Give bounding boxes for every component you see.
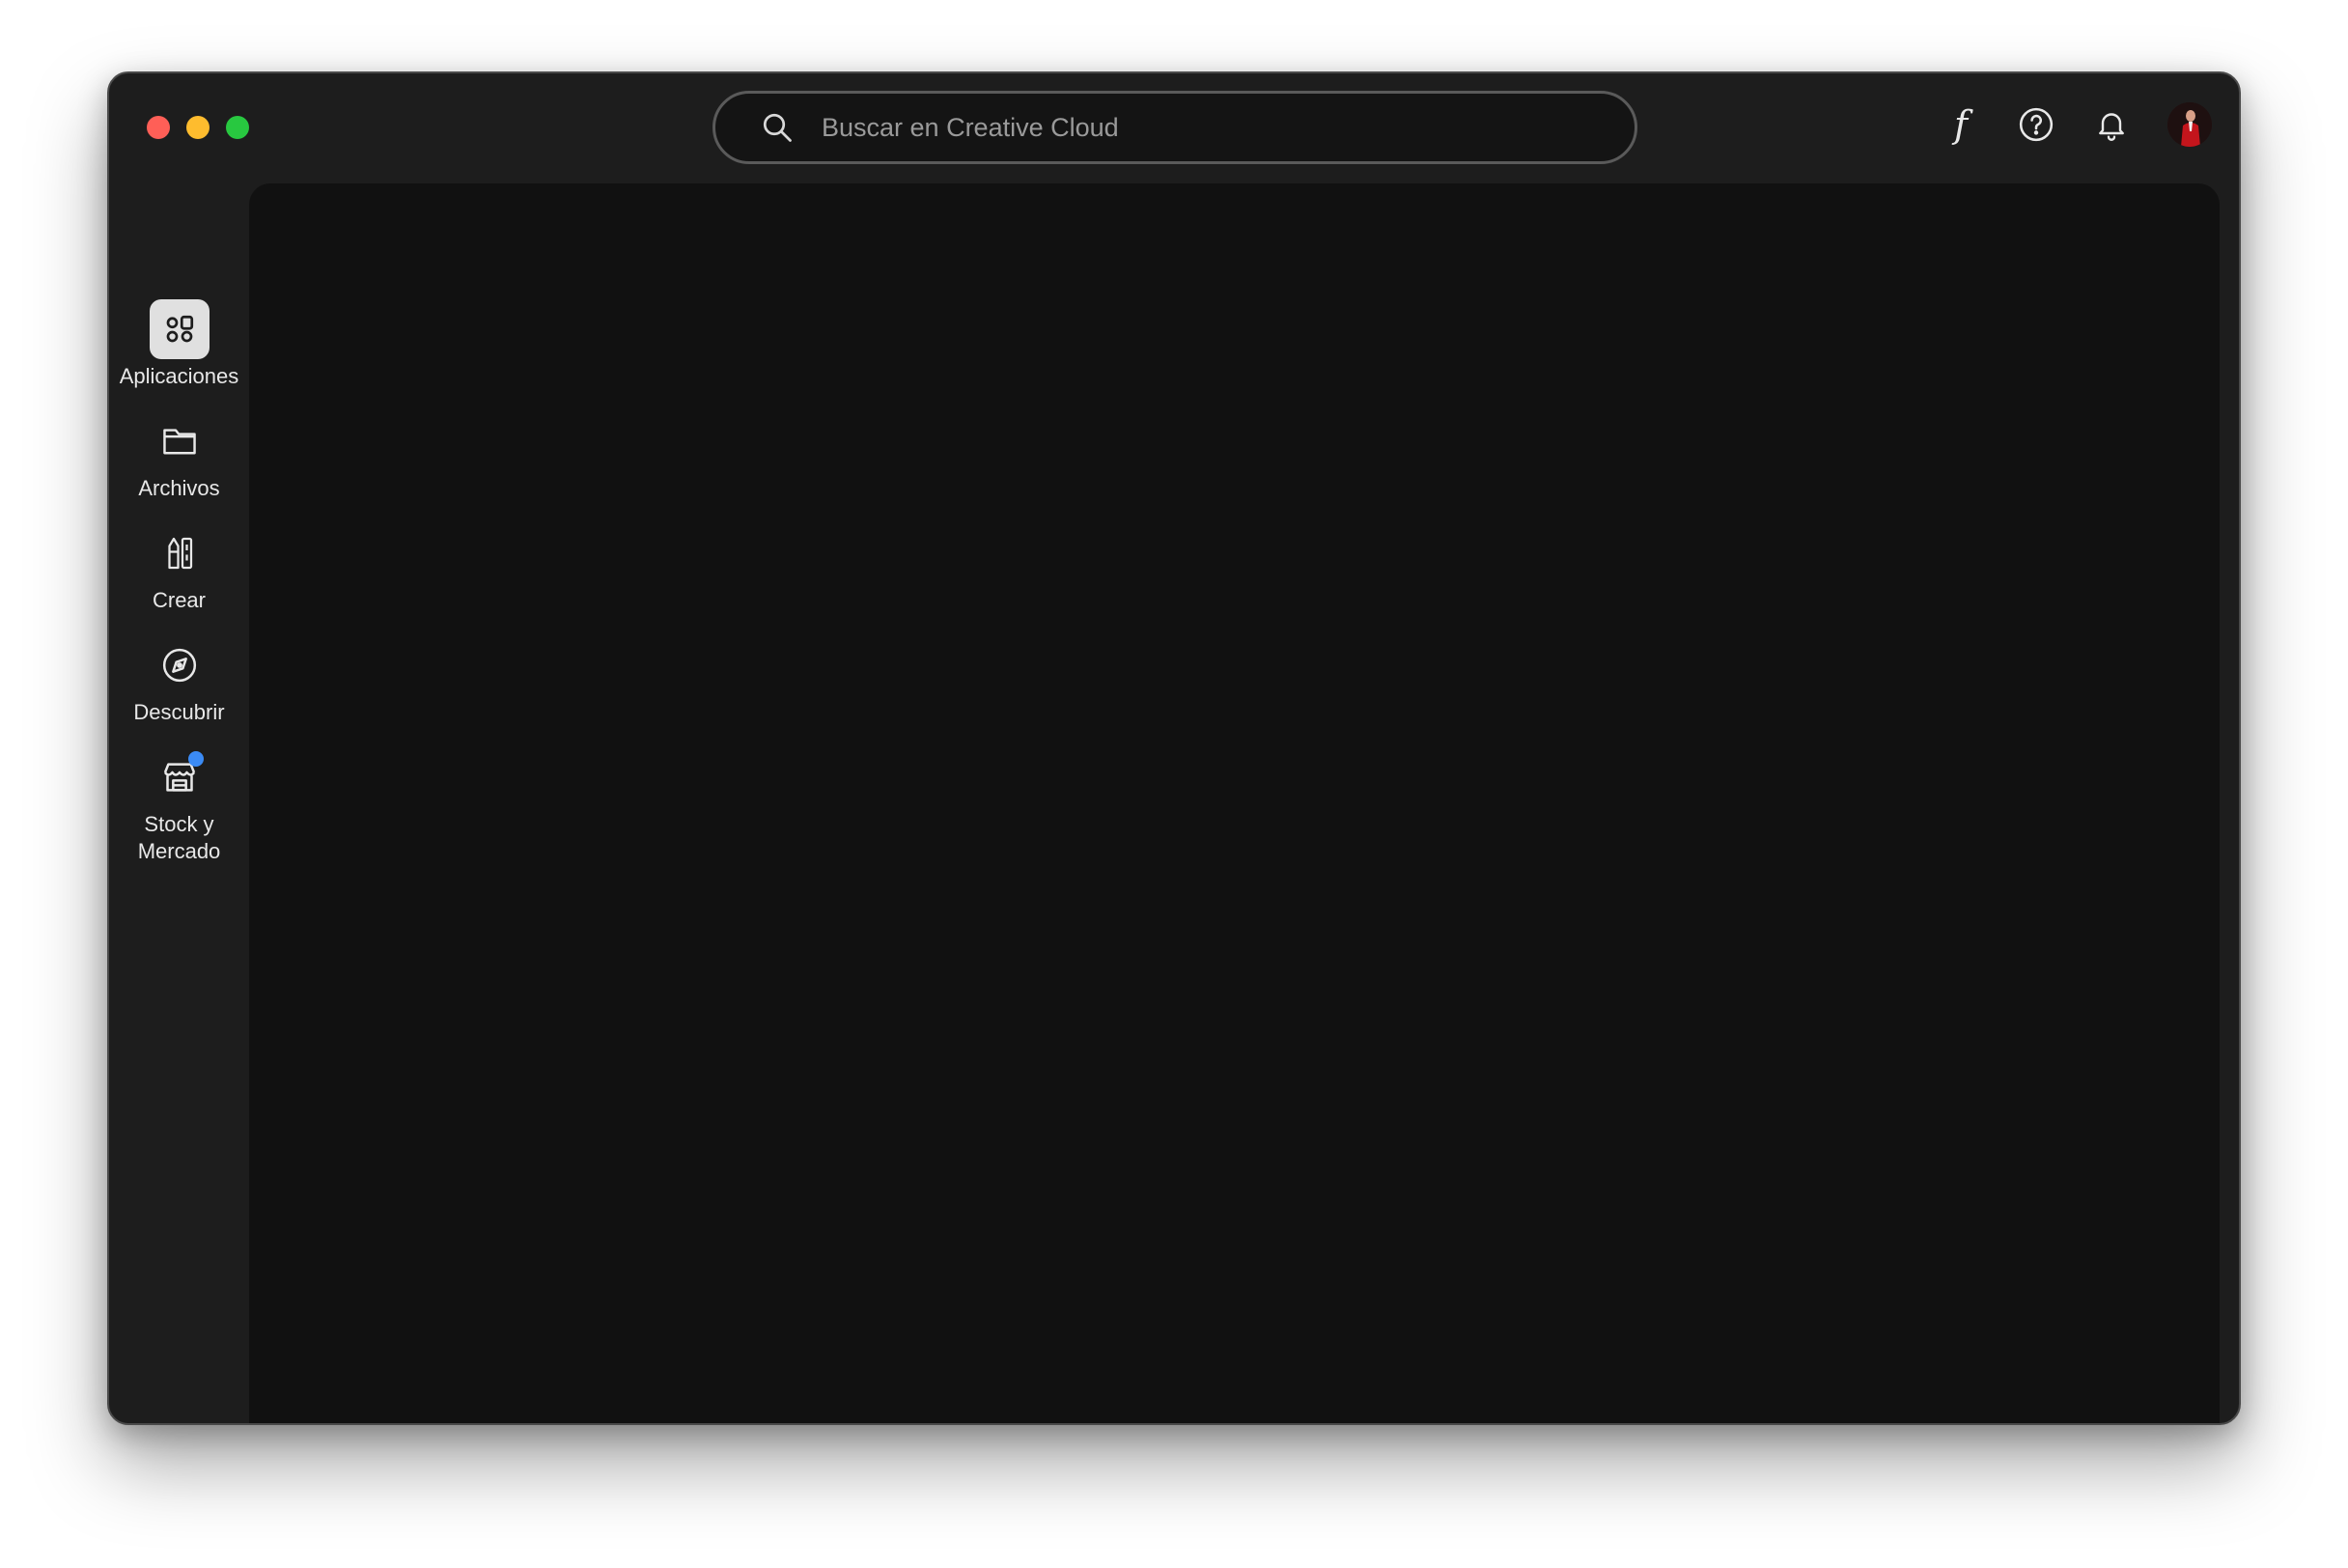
sidebar-item-label: Archivos — [138, 476, 220, 500]
sidebar-item-archivos[interactable]: Archivos — [109, 411, 249, 502]
close-window-button[interactable] — [147, 116, 170, 139]
app-window: f — [107, 71, 2241, 1425]
bell-icon[interactable] — [2092, 103, 2131, 146]
folder-icon — [150, 411, 210, 471]
sidebar-item-label: Crear — [152, 588, 206, 612]
sidebar-item-aplicaciones[interactable]: Aplicaciones — [109, 299, 249, 390]
help-icon[interactable] — [2017, 103, 2055, 146]
minimize-window-button[interactable] — [186, 116, 210, 139]
fonts-icon-glyph: f — [1953, 103, 1969, 146]
maximize-window-button[interactable] — [226, 116, 249, 139]
search-bar[interactable] — [713, 91, 1637, 164]
fonts-icon[interactable]: f — [1942, 103, 1980, 146]
sidebar-item-stock-mercado[interactable]: Stock y Mercado — [109, 747, 249, 865]
window-controls — [147, 116, 249, 139]
sidebar-item-label: Descubrir — [133, 700, 225, 724]
search-icon — [758, 108, 797, 147]
sidebar-item-crear[interactable]: Crear — [109, 523, 249, 614]
pencils-icon — [150, 523, 210, 583]
top-toolbar: f — [1942, 102, 2212, 147]
storefront-icon — [150, 747, 210, 807]
search-input[interactable] — [820, 98, 1635, 157]
apps-grid-icon — [149, 299, 210, 359]
sidebar-item-descubrir[interactable]: Descubrir — [109, 635, 249, 726]
sidebar-item-label: Stock y Mercado — [137, 812, 221, 863]
main-content-area — [249, 183, 2220, 1423]
compass-icon — [150, 635, 210, 695]
notification-badge — [187, 751, 204, 767]
avatar[interactable] — [2167, 102, 2212, 147]
sidebar: Aplicaciones Archivos Crear Descubrir St… — [109, 180, 249, 1423]
sidebar-item-label: Aplicaciones — [119, 364, 239, 388]
